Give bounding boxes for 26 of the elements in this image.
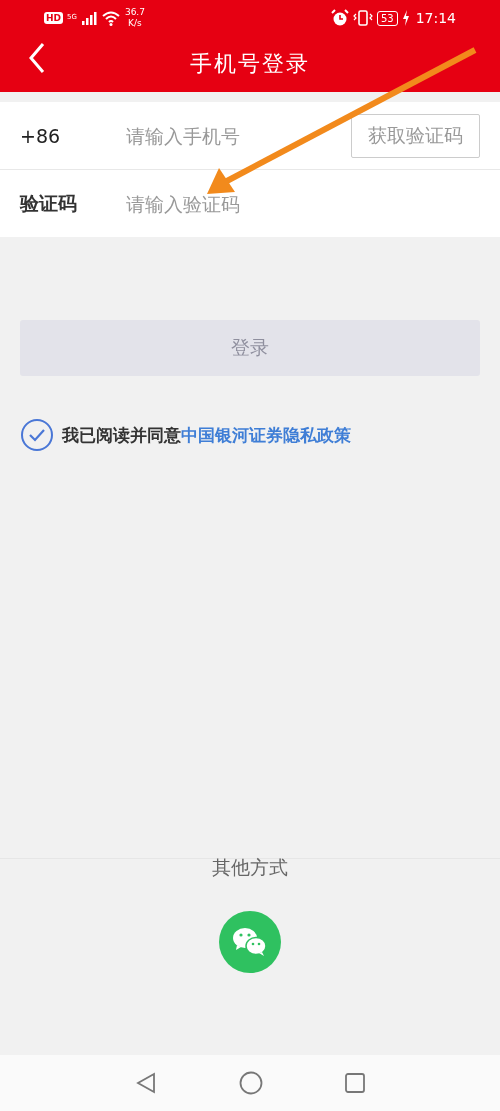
other-methods-label: 其他方式 bbox=[212, 855, 288, 880]
vibrate-icon bbox=[352, 9, 373, 27]
back-button[interactable] bbox=[28, 42, 46, 74]
wechat-button[interactable] bbox=[219, 911, 281, 973]
charging-icon bbox=[401, 10, 410, 26]
alarm-icon bbox=[330, 9, 349, 27]
speed-unit: K/s bbox=[128, 18, 142, 29]
recents-nav-icon[interactable] bbox=[344, 1072, 366, 1094]
code-label: 验证码 bbox=[20, 190, 78, 216]
page-title: 手机号登录 bbox=[190, 50, 310, 78]
privacy-policy-link[interactable]: 中国银河证券隐私政策 bbox=[181, 424, 351, 445]
agree-checkbox[interactable] bbox=[20, 418, 54, 452]
code-input-field[interactable]: 请输入验证码 bbox=[124, 191, 480, 216]
phone-input-field[interactable]: 请输入手机号 bbox=[124, 123, 351, 148]
battery-icon: 53 bbox=[376, 10, 398, 26]
get-code-button[interactable]: 获取验证码 bbox=[351, 113, 480, 158]
back-nav-icon[interactable] bbox=[134, 1071, 158, 1095]
signal-icon bbox=[80, 11, 97, 25]
wifi-icon bbox=[100, 10, 121, 26]
agreement-text: 我已阅读并同意中国银河证券隐私政策 bbox=[62, 423, 351, 447]
clock: 17:14 bbox=[415, 10, 456, 26]
country-code[interactable]: +86 bbox=[20, 124, 124, 147]
home-nav-icon[interactable] bbox=[238, 1070, 264, 1096]
back-icon bbox=[28, 42, 46, 74]
hd-icon: HD bbox=[44, 12, 63, 24]
speed-value: 36.7 bbox=[124, 7, 145, 18]
